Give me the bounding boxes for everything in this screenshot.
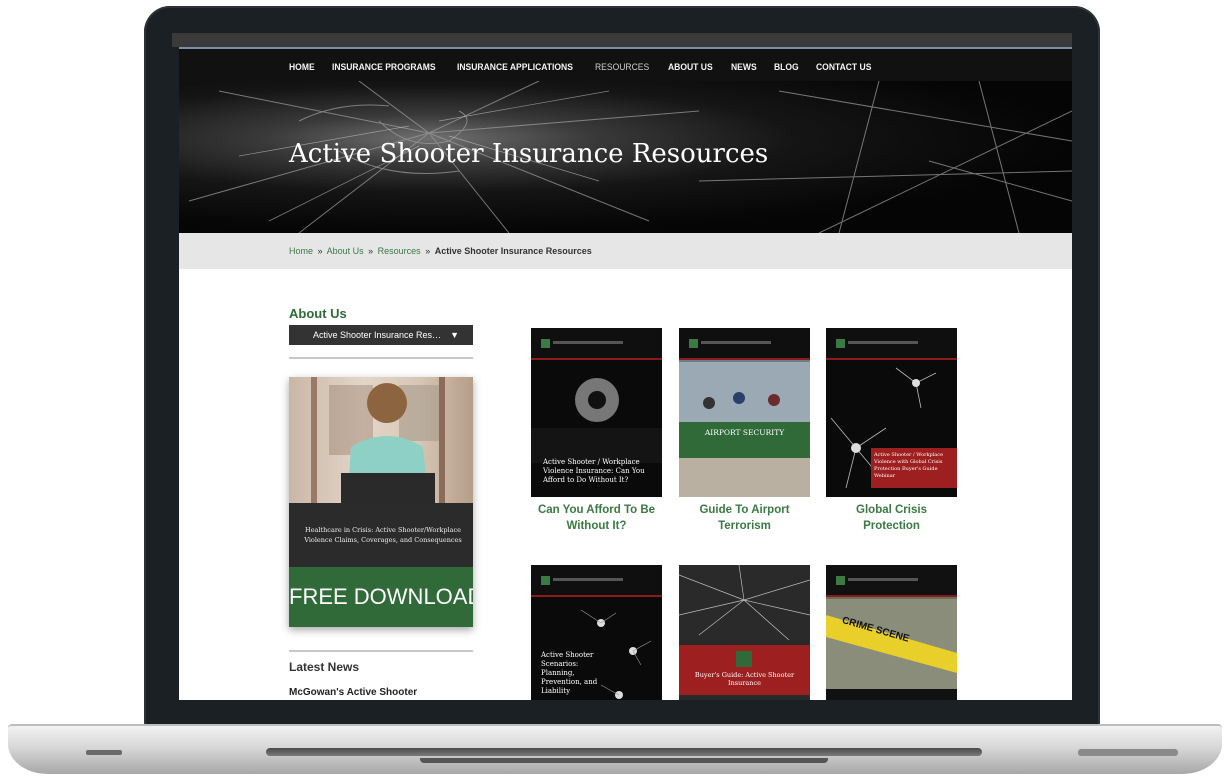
breadcrumb-separator: » <box>317 246 323 256</box>
breadcrumb-separator: » <box>425 246 431 256</box>
sidebar-divider <box>289 650 473 652</box>
laptop-base <box>8 724 1222 774</box>
breadcrumb: Home » About Us » Resources » Active Sho… <box>289 246 592 256</box>
base-left-port <box>86 750 122 755</box>
resource-link-line: Global Crisis <box>856 504 927 516</box>
resource-cover-image[interactable]: Active Shooter / Workplace Violence with… <box>826 328 957 497</box>
cover-title: AIRPORT SECURITY <box>704 428 785 437</box>
cover-title: Buyer's Guide: Active Shooter Insurance <box>694 671 795 687</box>
hero-banner: Active Shooter Insurance Resources <box>179 81 1072 233</box>
sidebar-divider <box>289 357 473 359</box>
base-slot <box>266 748 982 756</box>
resource-cover-image[interactable]: Active Shooter Scenarios: Planning, Prev… <box>531 565 662 700</box>
breadcrumb-about-us[interactable]: About Us <box>327 246 364 256</box>
nav-about-us[interactable]: ABOUT US <box>668 62 713 72</box>
free-download-button[interactable]: FREE DOWNLOAD <box>289 567 473 627</box>
breadcrumb-bar: Home » About Us » Resources » Active Sho… <box>179 233 1072 269</box>
nav-insurance-applications[interactable]: INSURANCE APPLICATIONS <box>457 62 573 72</box>
free-download-promo[interactable]: Healthcare in Crisis: Active Shooter/Wor… <box>289 377 473 627</box>
nav-resources[interactable]: RESOURCES <box>595 62 649 72</box>
cover-title: Active Shooter / Workplace Violence Insu… <box>543 458 645 484</box>
nav-news[interactable]: NEWS <box>731 62 757 72</box>
resource-link[interactable]: Can You Afford To Be Without It? <box>519 502 674 534</box>
latest-news-item[interactable]: McGowan's Active Shooter <box>289 687 417 698</box>
resource-cover-image[interactable]: Buyer's Guide: Active Shooter Insurance <box>679 565 810 700</box>
resource-cover-image[interactable]: AIRPORT SECURITY <box>679 328 810 497</box>
promo-description: Healthcare in Crisis: Active Shooter/Wor… <box>289 503 473 567</box>
resource-link-line: Terrorism <box>718 520 771 532</box>
website-screen: HOME INSURANCE PROGRAMS INSURANCE APPLIC… <box>179 47 1072 700</box>
resource-link[interactable]: Guide To Airport Terrorism <box>667 502 822 534</box>
latest-news-heading: Latest News <box>289 660 360 674</box>
breadcrumb-current: Active Shooter Insurance Resources <box>434 246 592 256</box>
cover-title: Active Shooter / Workplace Violence with… <box>874 452 944 479</box>
base-notch <box>420 758 828 763</box>
sidebar-page-select[interactable]: Active Shooter Insurance Res… ▼ <box>289 325 473 345</box>
nav-blog[interactable]: BLOG <box>774 62 799 72</box>
cover-title: Active Shooter Scenarios: Planning, Prev… <box>541 651 598 695</box>
breadcrumb-home[interactable]: Home <box>289 246 313 256</box>
caret-down-icon: ▼ <box>450 330 459 340</box>
sidebar-title: About Us <box>289 306 347 321</box>
page-title: Active Shooter Insurance Resources <box>289 139 769 169</box>
nav-home[interactable]: HOME <box>289 62 315 72</box>
browser-top-strip <box>172 33 1072 47</box>
breadcrumb-resources[interactable]: Resources <box>378 246 421 256</box>
main-nav: HOME INSURANCE PROGRAMS INSURANCE APPLIC… <box>179 47 1072 81</box>
resource-link-line: Can You Afford To Be <box>537 504 656 516</box>
nav-contact-us[interactable]: CONTACT US <box>816 62 871 72</box>
resource-link-line: Protection <box>863 520 920 532</box>
base-right-port <box>1078 749 1178 756</box>
promo-patient-photo <box>289 377 473 503</box>
resource-link[interactable]: Global Crisis Protection <box>814 502 969 534</box>
resource-cover-image[interactable]: Active Shooter / Workplace Violence Insu… <box>531 328 662 497</box>
resource-cover-image[interactable]: CRIME SCENE <box>826 565 957 700</box>
nav-insurance-programs[interactable]: INSURANCE PROGRAMS <box>332 62 436 72</box>
breadcrumb-separator: » <box>368 246 374 256</box>
resource-link-line: Guide To Airport <box>699 504 790 516</box>
sidebar-select-value: Active Shooter Insurance Res… <box>313 330 442 340</box>
resource-link-line: Without It? <box>566 520 627 532</box>
